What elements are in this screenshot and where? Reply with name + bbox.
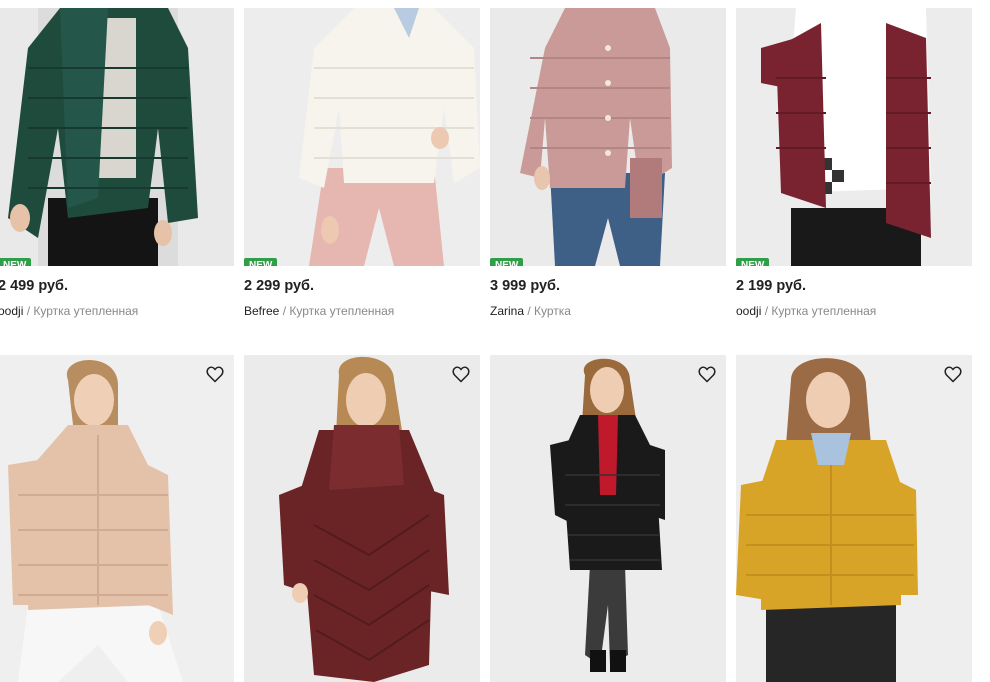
new-badge: NEW bbox=[244, 258, 278, 266]
separator: / bbox=[279, 304, 290, 318]
product-card[interactable]: NEW 2 199 руб. oodji / Куртка утепленная bbox=[736, 8, 972, 318]
product-card[interactable]: NEW 2 499 руб. oodji / Куртка утепленная bbox=[0, 8, 234, 318]
heart-outline-icon bbox=[944, 366, 962, 383]
product-brand[interactable]: oodji bbox=[736, 304, 761, 318]
product-photo[interactable] bbox=[736, 355, 972, 682]
product-title[interactable]: Куртка утепленная bbox=[771, 304, 876, 318]
product-photo[interactable] bbox=[0, 355, 234, 682]
product-card[interactable] bbox=[244, 355, 480, 682]
favorite-button[interactable] bbox=[943, 364, 963, 384]
product-price: 2 199 руб. bbox=[736, 278, 807, 294]
product-photo[interactable] bbox=[244, 355, 480, 682]
product-title[interactable]: Куртка утепленная bbox=[289, 304, 394, 318]
new-badge: NEW bbox=[490, 258, 524, 266]
product-meta[interactable]: Befree / Куртка утепленная bbox=[244, 304, 480, 318]
product-title[interactable]: Куртка утепленная bbox=[33, 304, 138, 318]
product-meta[interactable]: Zarina / Куртка bbox=[490, 304, 726, 318]
product-photo[interactable]: NEW bbox=[244, 8, 480, 266]
product-meta[interactable]: oodji / Куртка утепленная bbox=[0, 304, 234, 318]
product-photo[interactable] bbox=[490, 355, 726, 682]
product-brand[interactable]: Befree bbox=[244, 304, 279, 318]
heart-outline-icon bbox=[206, 366, 224, 383]
product-meta[interactable]: oodji / Куртка утепленная bbox=[736, 304, 972, 318]
product-photo[interactable]: NEW bbox=[490, 8, 726, 266]
product-card[interactable] bbox=[490, 355, 726, 682]
product-price: 2 299 руб. bbox=[244, 278, 315, 294]
favorite-button[interactable] bbox=[205, 364, 225, 384]
separator: / bbox=[23, 304, 34, 318]
product-price: 2 499 руб. bbox=[0, 278, 69, 294]
favorite-button[interactable] bbox=[697, 364, 717, 384]
product-photo[interactable]: NEW bbox=[0, 8, 234, 266]
product-grid: NEW 2 499 руб. oodji / Куртка утепленная bbox=[0, 0, 990, 682]
new-badge: NEW bbox=[0, 258, 32, 266]
product-brand[interactable]: oodji bbox=[0, 304, 23, 318]
product-brand[interactable]: Zarina bbox=[490, 304, 524, 318]
favorite-button[interactable] bbox=[451, 364, 471, 384]
separator: / bbox=[524, 304, 535, 318]
product-card[interactable]: NEW 3 999 руб. Zarina / Куртка bbox=[490, 8, 726, 318]
product-price: 3 999 руб. bbox=[490, 278, 561, 294]
heart-outline-icon bbox=[452, 366, 470, 383]
product-photo[interactable]: NEW bbox=[736, 8, 972, 266]
heart-outline-icon bbox=[698, 366, 716, 383]
new-badge: NEW bbox=[736, 258, 770, 266]
separator: / bbox=[761, 304, 772, 318]
product-title[interactable]: Куртка bbox=[534, 304, 571, 318]
product-card[interactable] bbox=[0, 355, 234, 682]
product-card[interactable] bbox=[736, 355, 972, 682]
product-card[interactable]: NEW 2 299 руб. Befree / Куртка утепленна… bbox=[244, 8, 480, 318]
